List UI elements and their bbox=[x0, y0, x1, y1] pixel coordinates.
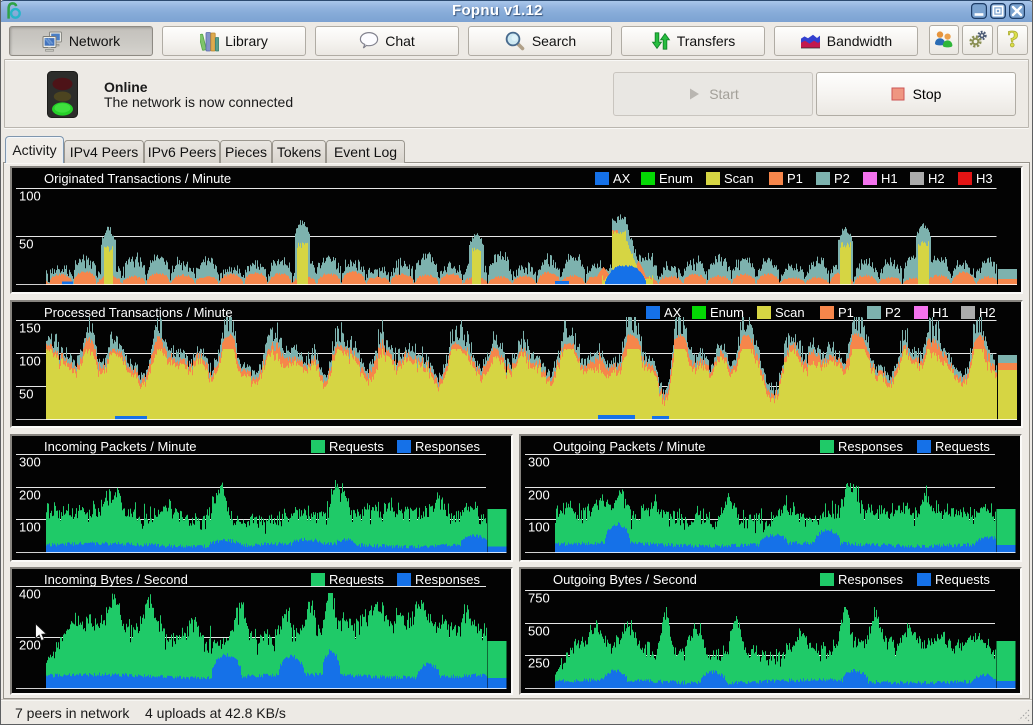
svg-text:Scan: Scan bbox=[775, 305, 805, 320]
svg-text:300: 300 bbox=[19, 455, 41, 470]
svg-text:H1: H1 bbox=[932, 305, 949, 320]
svg-text:P1: P1 bbox=[838, 305, 854, 320]
svg-text:Outgoing Bytes / Second: Outgoing Bytes / Second bbox=[553, 572, 697, 587]
svg-text:100: 100 bbox=[528, 520, 550, 535]
svg-text:Enum: Enum bbox=[710, 305, 744, 320]
svg-text:400: 400 bbox=[19, 587, 41, 602]
svg-text:100: 100 bbox=[19, 520, 41, 535]
svg-text:Incoming Bytes / Second: Incoming Bytes / Second bbox=[44, 572, 188, 587]
svg-text:H3: H3 bbox=[976, 171, 993, 186]
svg-text:Scan: Scan bbox=[724, 171, 754, 186]
svg-text:Requests: Requests bbox=[935, 439, 990, 454]
svg-text:Processed Transactions / Minut: Processed Transactions / Minute bbox=[44, 305, 233, 320]
svg-text:Responses: Responses bbox=[838, 572, 904, 587]
svg-text:500: 500 bbox=[528, 624, 550, 639]
svg-text:50: 50 bbox=[19, 387, 33, 402]
svg-text:Requests: Requests bbox=[935, 572, 990, 587]
svg-text:AX: AX bbox=[613, 171, 631, 186]
svg-text:100: 100 bbox=[19, 189, 41, 204]
svg-text:150: 150 bbox=[19, 321, 41, 336]
svg-text:Outgoing Packets / Minute: Outgoing Packets / Minute bbox=[553, 439, 705, 454]
svg-text:Enum: Enum bbox=[659, 171, 693, 186]
svg-text:?: ? bbox=[1007, 28, 1019, 52]
svg-text:H1: H1 bbox=[881, 171, 898, 186]
svg-text:Responses: Responses bbox=[838, 439, 904, 454]
svg-text:P1: P1 bbox=[787, 171, 803, 186]
svg-text:200: 200 bbox=[528, 488, 550, 503]
svg-text:Incoming Packets / Minute: Incoming Packets / Minute bbox=[44, 439, 196, 454]
svg-text:200: 200 bbox=[19, 488, 41, 503]
svg-text:300: 300 bbox=[528, 455, 550, 470]
svg-text:Requests: Requests bbox=[329, 572, 384, 587]
svg-text:Requests: Requests bbox=[329, 439, 384, 454]
svg-text:P2: P2 bbox=[834, 171, 850, 186]
svg-text:750: 750 bbox=[528, 591, 550, 606]
svg-text:250: 250 bbox=[528, 656, 550, 671]
svg-text:Responses: Responses bbox=[415, 439, 481, 454]
svg-text:100: 100 bbox=[19, 354, 41, 369]
svg-text:H2: H2 bbox=[928, 171, 945, 186]
svg-text:P2: P2 bbox=[885, 305, 901, 320]
svg-text:50: 50 bbox=[19, 237, 33, 252]
svg-text:Originated Transactions / Minu: Originated Transactions / Minute bbox=[44, 171, 231, 186]
svg-text:Responses: Responses bbox=[415, 572, 481, 587]
